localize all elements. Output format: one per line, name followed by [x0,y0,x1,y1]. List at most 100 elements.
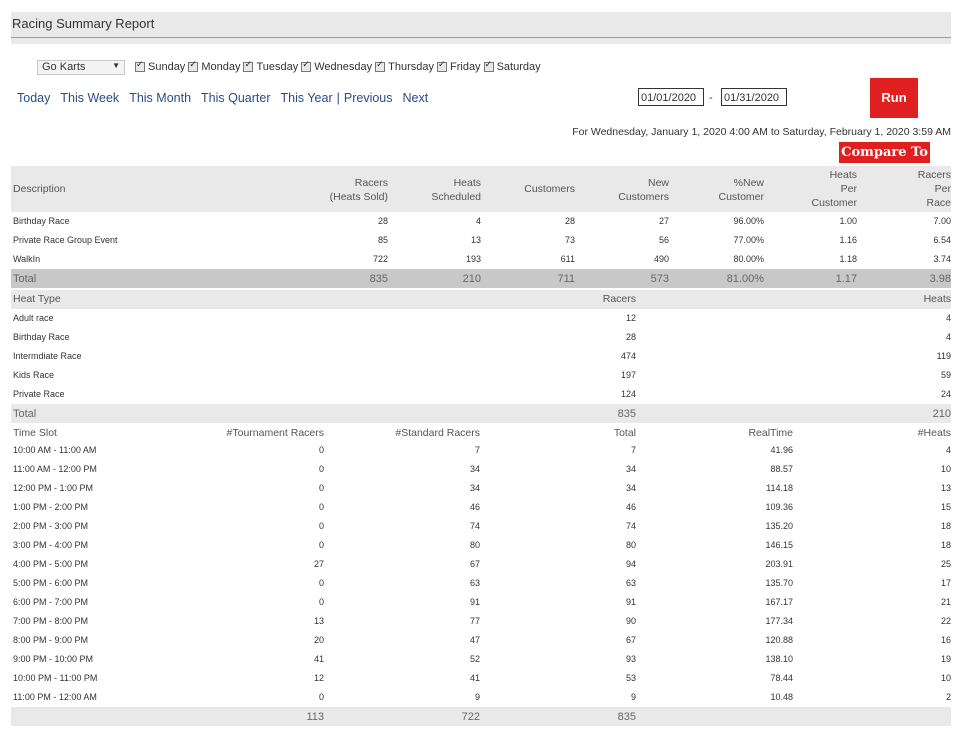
table-cell: Adult race [13,313,54,323]
checkbox-icon[interactable] [375,59,386,72]
table-row: Birthday Race 28 4 28 27 96.00% 1.00 7.00 [11,212,951,231]
table-row: 10:00 AM - 11:00 AM 0 7 7 41.96 4 [11,441,951,460]
table-cell: 4 [945,313,951,323]
day-checkbox-friday[interactable]: Friday [437,59,481,73]
checkbox-icon[interactable] [188,59,199,72]
table-cell: 34 [469,464,480,474]
day-checkbox-thursday[interactable]: Thursday [375,59,434,73]
table-cell: Private Race Group Event [13,235,118,245]
table-cell: 7:00 PM - 8:00 PM [13,616,89,626]
table-cell: 119 [936,351,951,361]
table-cell: 25 [940,559,951,569]
date-range-dash: - [709,92,713,104]
page-title: Racing Summary Report [12,16,155,31]
table-cell: 10.48 [770,692,793,702]
table-cell: 109.36 [765,502,793,512]
day-checkbox-monday[interactable]: Monday [188,59,240,73]
table-cell: 0 [318,578,324,588]
next-link[interactable]: Next [403,91,429,105]
table-cell: 15 [940,502,951,512]
table-cell: 113 [306,711,324,723]
table-cell: 203.91 [765,559,793,569]
table-cell: 167.17 [765,597,793,607]
checkbox-icon[interactable] [483,59,494,72]
table-cell: 90 [625,616,636,626]
this-quarter-link[interactable]: This Quarter [201,91,270,105]
total-row: Total 835 210 [11,404,951,423]
table-row: 7:00 PM - 8:00 PM 13 77 90 177.34 22 [11,612,951,631]
table-cell: 80 [625,540,636,550]
table-cell: 67 [469,559,480,569]
col-pct-new: %New Customer [718,177,764,203]
table-cell: 4:00 PM - 5:00 PM [13,559,89,569]
col-heat-type: Heat Type [13,293,61,305]
table-cell: 10 [940,464,951,474]
col-customers: Customers [524,183,575,195]
track-select[interactable]: Go Karts ▼ [37,59,125,75]
table-cell: 474 [620,351,636,361]
report-title-bar: Racing Summary Report [11,12,951,38]
table-cell: 13 [940,483,951,493]
table-cell: Total [13,273,37,285]
table-cell: 835 [617,408,636,420]
table-cell: 12 [313,673,324,683]
table-row: WalkIn 722 193 611 490 80.00% 1.18 3.74 [11,250,951,269]
table-cell: 124 [620,389,636,399]
table-cell: 9 [474,692,480,702]
col-racers: Racers [602,293,636,305]
summary-header-row: Description Racers (Heats Sold) Heats Sche… [11,166,951,212]
day-checkbox-saturday[interactable]: Saturday [483,59,541,73]
this-week-link[interactable]: This Week [60,91,119,105]
table-cell: 78.44 [770,673,793,683]
table-cell: 81.00% [726,273,764,285]
checkbox-icon[interactable] [301,59,312,72]
table-row: Intermdiate Race 474 119 [11,347,951,366]
end-date-input[interactable]: 01/31/2020 [721,88,787,106]
table-cell: 0 [318,483,324,493]
table-cell: 490 [653,254,669,264]
table-cell: 13 [313,616,324,626]
this-month-link[interactable]: This Month [129,91,191,105]
table-cell: 21 [940,597,951,607]
table-cell: 74 [469,521,480,531]
table-cell: 7 [630,445,636,455]
table-cell: 22 [940,616,951,626]
table-row: 3:00 PM - 4:00 PM 0 80 80 146.15 18 [11,536,951,555]
checkbox-icon[interactable] [243,59,254,72]
table-cell: 34 [625,483,636,493]
table-cell: 210 [462,273,481,285]
table-cell: 7 [474,445,480,455]
col-heats: #Heats [917,427,951,439]
table-cell: 63 [625,578,636,588]
table-cell: 7.00 [933,216,951,226]
day-checkbox-sunday[interactable]: Sunday [135,59,185,73]
table-cell: WalkIn [13,254,41,264]
checkbox-icon[interactable] [135,59,145,72]
previous-link[interactable]: Previous [344,91,393,105]
compare-to-button[interactable]: Compare To [839,142,930,163]
table-row: Kids Race 197 59 [11,366,951,385]
start-date-input[interactable]: 01/01/2020 [638,88,704,106]
table-cell: Private Race [13,389,65,399]
table-cell: 73 [564,235,575,245]
table-cell: 46 [625,502,636,512]
day-checkbox-wednesday[interactable]: Wednesday [301,59,372,73]
table-cell: Birthday Race [13,332,70,342]
table-cell: 5:00 PM - 6:00 PM [13,578,89,588]
table-cell: 138.10 [765,654,793,664]
table-cell: 19 [940,654,951,664]
col-heats-per-customer: Heats Per Customer [811,169,857,209]
table-cell: Total [13,408,37,420]
today-link[interactable]: Today [17,91,50,105]
table-cell: 47 [469,635,480,645]
table-cell: 74 [625,521,636,531]
table-cell: 94 [625,559,636,569]
day-checkbox-tuesday[interactable]: Tuesday [243,59,298,73]
table-row: 12:00 PM - 1:00 PM 0 34 34 114.18 13 [11,479,951,498]
table-row: 6:00 PM - 7:00 PM 0 91 91 167.17 21 [11,593,951,612]
this-year-link[interactable]: This Year [281,91,333,105]
checkbox-icon[interactable] [437,59,447,72]
run-button[interactable]: Run [870,78,918,118]
table-cell: 41 [313,654,324,664]
table-cell: Birthday Race [13,216,70,226]
